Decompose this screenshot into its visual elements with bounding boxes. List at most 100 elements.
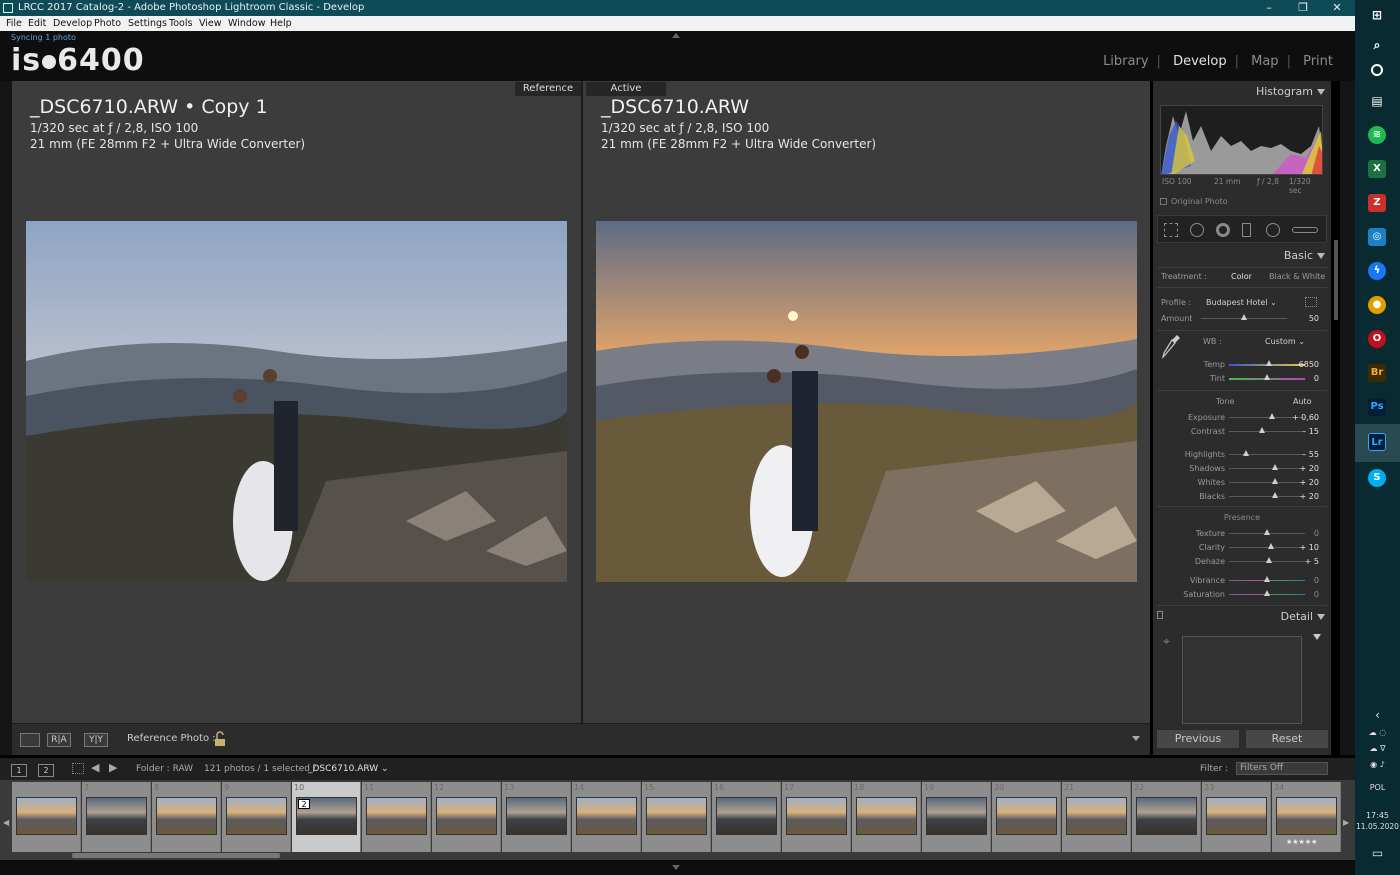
language-indicator[interactable]: POL <box>1355 783 1400 792</box>
radial-filter-icon[interactable] <box>1266 223 1280 237</box>
treatment-bw-option[interactable]: Black & White <box>1269 272 1325 281</box>
cloud-sync-icon[interactable]: ☁ ∇ <box>1355 744 1400 753</box>
detail-preview[interactable] <box>1182 636 1302 724</box>
tint-slider[interactable]: Tint 0 <box>1153 372 1331 386</box>
filmstrip-thumbnail[interactable]: 17 <box>782 782 851 852</box>
unlock-icon[interactable] <box>212 731 228 747</box>
filmstrip-thumbnail[interactable]: 13 <box>502 782 571 852</box>
temp-slider[interactable]: Temp 6850 <box>1153 358 1331 372</box>
target-adjust-icon[interactable]: ⌖ <box>1163 634 1170 649</box>
contrast-slider[interactable]: Contrast – 15 <box>1153 425 1331 439</box>
reset-button[interactable]: Reset <box>1245 729 1329 749</box>
lightroom-icon[interactable]: Lr <box>1368 433 1386 451</box>
filmstrip-thumbnail[interactable]: 7 <box>82 782 151 852</box>
grid-view-icon[interactable] <box>72 763 84 774</box>
excel-icon[interactable]: X <box>1368 160 1386 178</box>
previous-button[interactable]: Previous <box>1156 729 1240 749</box>
menu-photo[interactable]: Photo <box>94 16 121 31</box>
secondary-screen-button[interactable]: 2 <box>38 764 54 777</box>
right-panel-edge[interactable] <box>1340 81 1355 755</box>
red-eye-icon[interactable] <box>1216 223 1230 237</box>
filter-dropdown[interactable]: Filters Off <box>1236 762 1328 775</box>
detail-toggle-icon[interactable] <box>1157 611 1163 619</box>
blacks-slider[interactable]: Blacks + 20 <box>1153 490 1331 504</box>
module-print[interactable]: Print <box>1303 54 1333 69</box>
show-hidden-icons-icon[interactable]: ‹ <box>1355 708 1400 722</box>
left-panel-collapsed[interactable] <box>0 81 12 755</box>
menu-tools[interactable]: Tools <box>169 16 192 31</box>
filmstrip-thumbnail[interactable]: 15 <box>642 782 711 852</box>
forward-arrow-icon[interactable]: ▶ <box>109 761 117 774</box>
module-develop[interactable]: Develop <box>1173 54 1227 69</box>
windows-start-icon[interactable]: ⊞ <box>1368 6 1386 24</box>
profile-browser-icon[interactable] <box>1305 297 1317 307</box>
amount-slider[interactable]: Amount 50 <box>1153 312 1331 326</box>
reference-photo[interactable] <box>26 221 567 582</box>
minimize-button[interactable]: – <box>1252 0 1286 16</box>
menu-help[interactable]: Help <box>270 16 292 31</box>
filmstrip-left-arrow-icon[interactable]: ◀ <box>3 818 9 827</box>
filmstrip-thumbnail[interactable]: 16 <box>712 782 781 852</box>
basic-header[interactable]: Basic <box>1153 246 1331 266</box>
loupe-view-button[interactable] <box>20 733 40 747</box>
original-photo-checkbox[interactable]: Original Photo <box>1160 197 1228 206</box>
highlights-slider[interactable]: Highlights – 55 <box>1153 448 1331 462</box>
tint-value[interactable]: 0 <box>1314 374 1319 383</box>
detail-menu-icon[interactable] <box>1313 634 1321 640</box>
exposure-slider[interactable]: Exposure + 0,60 <box>1153 411 1331 425</box>
search-icon[interactable]: ⌕ <box>1368 36 1386 54</box>
profile-dropdown[interactable]: Budapest Hotel ⌄ <box>1206 298 1277 307</box>
slider-value[interactable]: + 20 <box>1300 464 1319 473</box>
slider-value[interactable]: + 10 <box>1300 543 1319 552</box>
collapse-filmstrip-icon[interactable] <box>672 865 680 870</box>
filezilla-icon[interactable]: Z <box>1368 194 1386 212</box>
maximize-button[interactable]: ❐ <box>1286 0 1320 16</box>
right-panel-scrollbar[interactable] <box>1334 240 1338 320</box>
filmstrip-thumbnail[interactable]: 22 <box>1132 782 1201 852</box>
texture-slider[interactable]: Texture 0 <box>1153 527 1331 541</box>
collapse-top-panel-icon[interactable] <box>672 33 680 38</box>
amount-value[interactable]: 50 <box>1309 314 1319 323</box>
slider-value[interactable]: 0 <box>1314 590 1319 599</box>
filmstrip-thumbnail[interactable]: 8 <box>152 782 221 852</box>
filmstrip-thumbnail[interactable]: 12 <box>432 782 501 852</box>
back-arrow-icon[interactable]: ◀ <box>91 761 99 774</box>
task-view-icon[interactable]: ▤ <box>1368 92 1386 110</box>
module-library[interactable]: Library <box>1103 54 1148 69</box>
treatment-color-option[interactable]: Color <box>1231 272 1252 281</box>
close-button[interactable]: ✕ <box>1320 0 1354 16</box>
filmstrip-thumbnail[interactable]: 11 <box>362 782 431 852</box>
whites-slider[interactable]: Whites + 20 <box>1153 476 1331 490</box>
before-after-button[interactable]: Y|Y <box>84 733 108 747</box>
slider-value[interactable]: + 0,60 <box>1292 413 1319 422</box>
filmstrip-thumbnail[interactable]: 19 <box>922 782 991 852</box>
cortana-icon[interactable] <box>1371 64 1383 76</box>
saturation-slider[interactable]: Saturation 0 <box>1153 588 1331 602</box>
slider-value[interactable]: + 20 <box>1300 492 1319 501</box>
spotify-icon[interactable]: ≋ <box>1368 126 1386 144</box>
menu-edit[interactable]: Edit <box>28 16 46 31</box>
messenger-icon[interactable]: ϟ <box>1368 262 1386 280</box>
chrome-icon[interactable]: ● <box>1368 296 1386 314</box>
auto-tone-button[interactable]: Auto <box>1293 397 1312 406</box>
eyedropper-icon[interactable] <box>1161 333 1181 359</box>
menu-settings[interactable]: Settings <box>128 16 167 31</box>
folder-source[interactable]: Folder : RAW <box>136 764 193 774</box>
clarity-slider[interactable]: Clarity + 10 <box>1153 541 1331 555</box>
volume-icon[interactable]: ◉ ♪ <box>1355 760 1400 769</box>
reference-view-button[interactable]: R|A <box>47 733 71 747</box>
histogram-header[interactable]: Histogram <box>1153 82 1331 102</box>
notifications-icon[interactable]: ▭ <box>1355 846 1400 860</box>
histogram[interactable] <box>1160 105 1323 175</box>
primary-screen-button[interactable]: 1 <box>11 764 27 777</box>
menu-view[interactable]: View <box>199 16 222 31</box>
filmstrip-thumbnail[interactable]: 21 <box>1062 782 1131 852</box>
shadows-slider[interactable]: Shadows + 20 <box>1153 462 1331 476</box>
star-rating[interactable]: ★★★★★ <box>1286 838 1317 846</box>
slider-value[interactable]: 0 <box>1314 576 1319 585</box>
filmstrip-thumbnail[interactable]: 9 <box>222 782 291 852</box>
clock-date[interactable]: 11.05.2020 <box>1355 822 1400 831</box>
active-photo[interactable] <box>596 221 1137 582</box>
filmstrip-thumbnail[interactable] <box>12 782 81 852</box>
filmstrip-thumbnail[interactable]: 18 <box>852 782 921 852</box>
